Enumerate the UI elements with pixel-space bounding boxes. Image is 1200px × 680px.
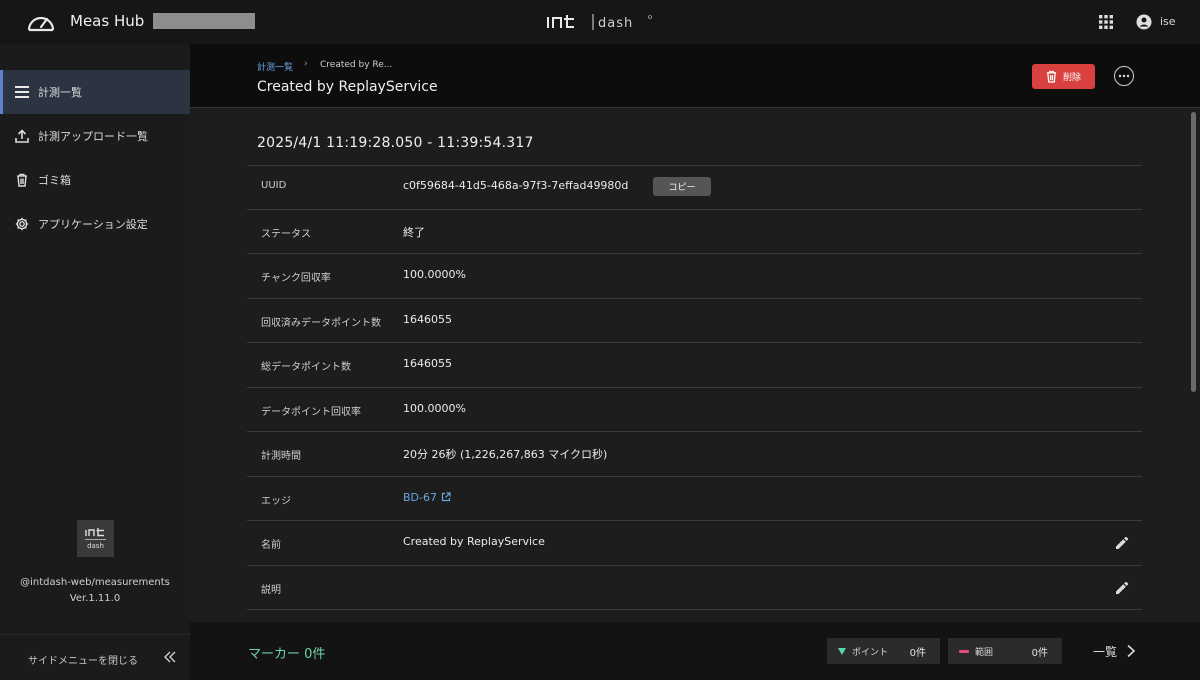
scrollbar-thumb[interactable] bbox=[1191, 112, 1196, 392]
edge-link-label: BD-67 bbox=[403, 490, 437, 504]
project-name-redacted bbox=[153, 13, 255, 29]
marker-bar: マーカー 0件 ポイント 0件 範囲 0件 一覧 bbox=[190, 622, 1200, 680]
copy-uuid-button[interactable]: コピー bbox=[653, 177, 711, 196]
marker-list-link[interactable]: 一覧 bbox=[1093, 643, 1117, 660]
sidebar-divider bbox=[0, 634, 190, 635]
detail-table: UUID c0f59684-41d5-468a-97f3-7effad49980… bbox=[247, 165, 1142, 610]
detail-row-uuid: UUID c0f59684-41d5-468a-97f3-7effad49980… bbox=[247, 165, 1142, 210]
gear-icon bbox=[14, 216, 30, 232]
sidebar-item-app-settings[interactable]: アプリケーション設定 bbox=[0, 202, 190, 246]
detail-row-edge: エッジ BD-67 bbox=[247, 477, 1142, 521]
package-name: @intdash-web/measurements bbox=[20, 577, 170, 588]
page-header: 計測一覧 › Created by Re... Created by Repla… bbox=[190, 44, 1200, 108]
row-key: エッジ bbox=[261, 495, 291, 507]
double-chevron-left-icon[interactable] bbox=[163, 650, 177, 664]
user-name[interactable]: ise bbox=[1160, 15, 1176, 28]
sidebar-item-label: 計測一覧 bbox=[38, 86, 82, 99]
top-bar: Meas Hub intdash dash ise bbox=[0, 0, 1200, 44]
row-key: UUID bbox=[261, 180, 287, 191]
row-key: 計測時間 bbox=[261, 451, 301, 462]
sidebar-item-measurements[interactable]: 計測一覧 bbox=[0, 70, 190, 114]
breadcrumb-measurements-link[interactable]: 計測一覧 bbox=[257, 60, 293, 73]
marker-count-label: マーカー 0件 bbox=[248, 647, 326, 662]
page-title: Created by ReplayService bbox=[257, 79, 438, 95]
range-marker-filter[interactable]: 範囲 0件 bbox=[948, 638, 1062, 664]
gauge-icon bbox=[27, 16, 55, 32]
detail-row-name: 名前 Created by ReplayService bbox=[247, 521, 1142, 566]
detail-row-description: 説明 bbox=[247, 566, 1142, 610]
breadcrumb-current: Created by Re... bbox=[320, 60, 393, 70]
detail-row-duration: 計測時間 20分 26秒 (1,226,267,863 マイクロ秒) bbox=[247, 432, 1142, 477]
trash-icon bbox=[14, 172, 30, 188]
app-title: Meas Hub bbox=[70, 12, 145, 30]
row-key: データポイント回収率 bbox=[261, 406, 361, 418]
collected-points-value: 1646055 bbox=[403, 312, 452, 326]
row-key: 回収済みデータポイント数 bbox=[261, 317, 381, 329]
sidebar: 計測一覧 計測アップロード一覧 ゴミ箱 アプリケーション設定 dash @int… bbox=[0, 44, 190, 680]
point-marker-label: ポイント bbox=[852, 647, 889, 658]
upload-icon bbox=[14, 128, 30, 144]
edge-link[interactable]: BD-67 bbox=[403, 491, 451, 504]
point-marker-count: 0件 bbox=[909, 647, 926, 659]
svg-text:dash: dash bbox=[87, 542, 104, 550]
more-options-button[interactable] bbox=[1114, 66, 1134, 86]
main-content: 計測一覧 › Created by Re... Created by Repla… bbox=[190, 44, 1200, 622]
apps-grid-icon[interactable] bbox=[1099, 15, 1113, 29]
status-value: 終了 bbox=[403, 225, 425, 239]
external-link-icon bbox=[441, 491, 451, 501]
duration-value: 20分 26秒 (1,226,267,863 マイクロ秒) bbox=[403, 448, 608, 461]
detail-row-status: ステータス 終了 bbox=[247, 210, 1142, 254]
delete-button-label: 削除 bbox=[1062, 73, 1081, 83]
sidebar-item-label: ゴミ箱 bbox=[38, 174, 71, 187]
uuid-value: c0f59684-41d5-468a-97f3-7effad49980d bbox=[403, 179, 629, 192]
breadcrumb-separator: › bbox=[304, 59, 308, 69]
triangle-down-icon bbox=[838, 647, 846, 655]
intdash-small-logo: dash bbox=[77, 520, 114, 557]
intdash-logo: intdash dash bbox=[547, 14, 652, 31]
detail-row-chunk-rate: チャンク回収率 100.0000% bbox=[247, 254, 1142, 299]
sidebar-item-label: アプリケーション設定 bbox=[38, 218, 148, 231]
name-value: Created by ReplayService bbox=[403, 535, 545, 548]
version-label: Ver.1.11.0 bbox=[69, 593, 121, 604]
detail-row-total-points: 総データポイント数 1646055 bbox=[247, 343, 1142, 388]
menu-icon bbox=[14, 84, 30, 100]
row-key: 説明 bbox=[261, 584, 281, 596]
row-key: 名前 bbox=[261, 540, 281, 551]
trash-icon bbox=[1046, 70, 1057, 83]
more-horizontal-icon bbox=[1118, 74, 1130, 78]
row-key: ステータス bbox=[261, 228, 311, 240]
point-rate-value: 100.0000% bbox=[403, 401, 466, 415]
point-marker-filter[interactable]: ポイント 0件 bbox=[827, 638, 940, 664]
range-marker-label: 範囲 bbox=[975, 647, 994, 658]
range-marker-count: 0件 bbox=[1031, 647, 1048, 659]
delete-button[interactable]: 削除 bbox=[1032, 64, 1095, 89]
scrollbar[interactable] bbox=[1191, 108, 1197, 622]
svg-text:dash: dash bbox=[598, 16, 633, 31]
detail-row-point-rate: データポイント回収率 100.0000% bbox=[247, 388, 1142, 432]
user-avatar-icon[interactable] bbox=[1136, 14, 1152, 30]
range-line-icon bbox=[959, 649, 969, 653]
measurement-time-range: 2025/4/1 11:19:28.050 - 11:39:54.317 bbox=[257, 135, 534, 151]
total-points-value: 1646055 bbox=[403, 357, 452, 370]
chunk-rate-value: 100.0000% bbox=[403, 268, 466, 281]
row-key: 総データポイント数 bbox=[261, 362, 351, 373]
sidebar-item-trash[interactable]: ゴミ箱 bbox=[0, 158, 190, 202]
close-sidebar-button[interactable]: サイドメニューを閉じる bbox=[28, 652, 138, 667]
chevron-right-icon[interactable] bbox=[1125, 644, 1137, 658]
detail-row-collected-points: 回収済みデータポイント数 1646055 bbox=[247, 299, 1142, 343]
edit-description-pencil-icon[interactable] bbox=[1115, 581, 1129, 595]
edit-name-pencil-icon[interactable] bbox=[1115, 536, 1129, 550]
sidebar-item-label: 計測アップロード一覧 bbox=[38, 130, 148, 143]
sidebar-item-uploads[interactable]: 計測アップロード一覧 bbox=[0, 114, 190, 158]
row-key: チャンク回収率 bbox=[261, 273, 331, 284]
